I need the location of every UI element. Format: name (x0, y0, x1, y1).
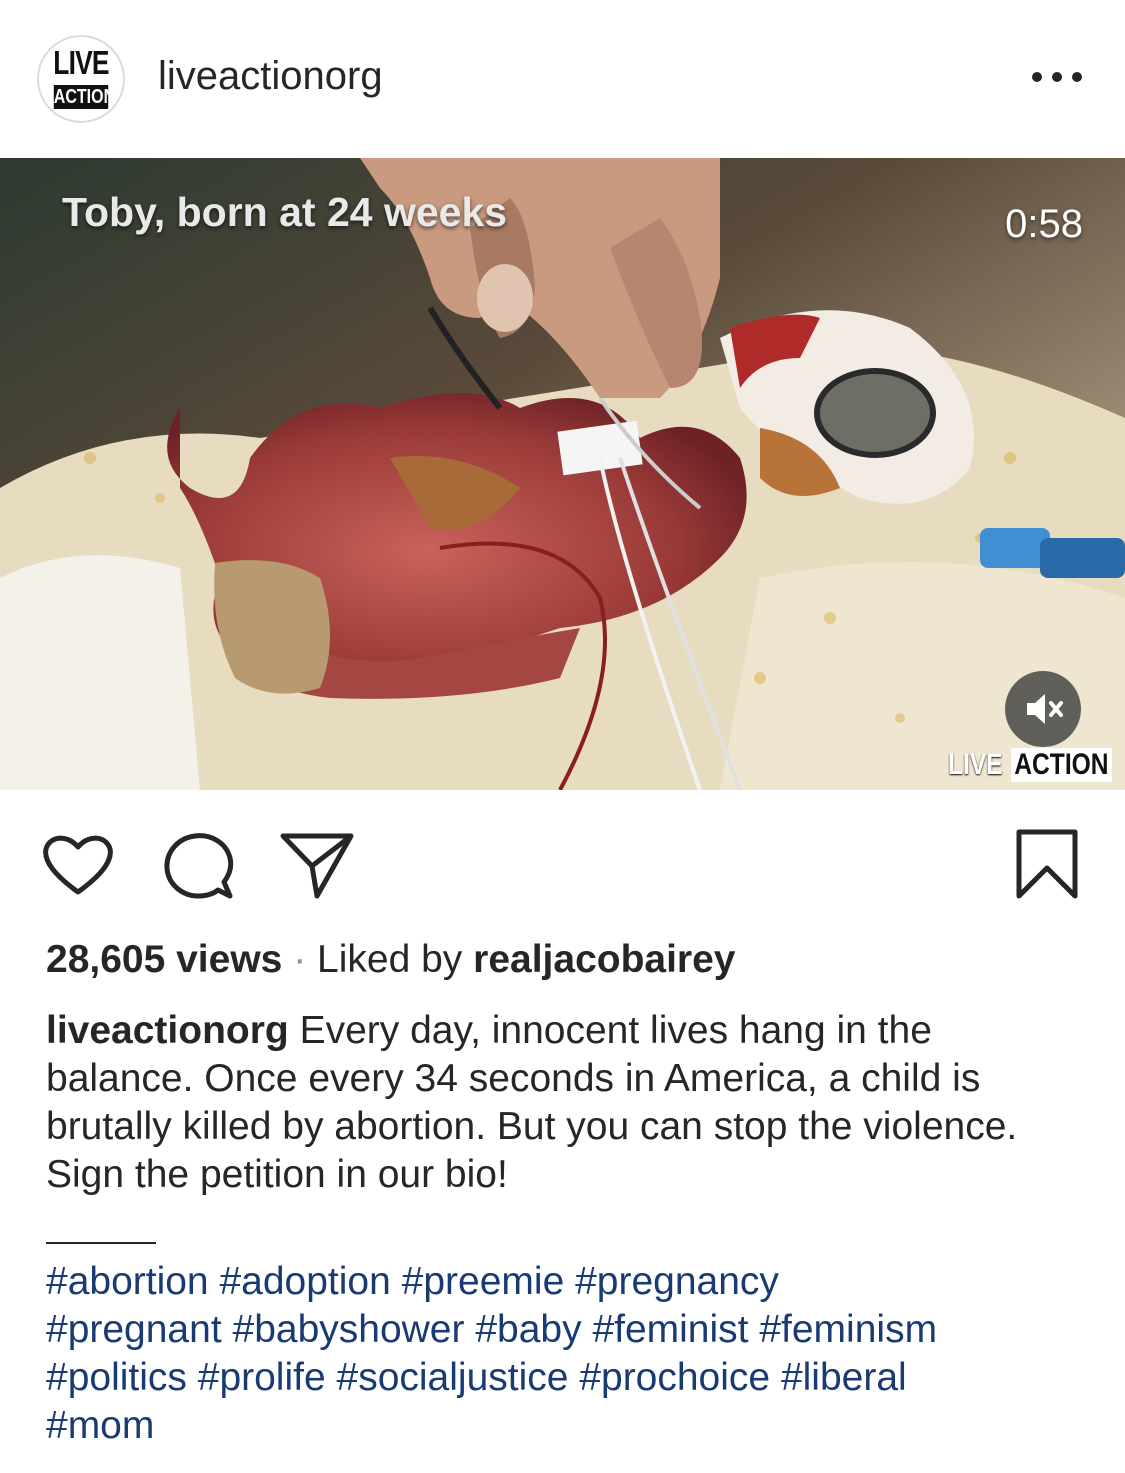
post-header: LIVE ACTION liveactionorg (0, 0, 1125, 158)
liked-by-prefix: Liked by (317, 938, 474, 981)
hashtag-link[interactable]: #socialjustice (337, 1356, 569, 1399)
send-icon[interactable] (278, 830, 356, 902)
hashtag-link[interactable]: #babyshower (233, 1308, 465, 1351)
caption-divider (46, 1242, 156, 1244)
hashtag-list: #abortion #adoption #preemie #pregnancy … (46, 1258, 1096, 1450)
hashtag-link[interactable]: #feminism (759, 1308, 937, 1351)
more-horizontal-icon[interactable] (1032, 64, 1088, 92)
hashtag-link[interactable]: #pregnancy (575, 1260, 779, 1303)
post-caption: liveactionorg Every day, innocent lives … (46, 1007, 1086, 1199)
post-actions (0, 820, 1125, 910)
hashtag-link[interactable]: #abortion (46, 1260, 209, 1303)
avatar[interactable]: LIVE ACTION (37, 35, 125, 123)
post-username[interactable]: liveactionorg (158, 52, 383, 100)
video-caption-overlay: Toby, born at 24 weeks (62, 189, 508, 235)
caption-username[interactable]: liveactionorg (46, 1009, 289, 1052)
liked-by-user[interactable]: realjacobairey (473, 938, 735, 981)
view-count[interactable]: 28,605 views (46, 938, 282, 981)
mute-button[interactable] (1005, 671, 1081, 747)
watermark-live: LIVE (948, 748, 1003, 781)
comment-icon[interactable] (160, 830, 236, 902)
hashtag-link[interactable]: #prochoice (579, 1356, 770, 1399)
hashtag-link[interactable]: #politics (46, 1356, 187, 1399)
hashtag-link[interactable]: #pregnant (46, 1308, 222, 1351)
heart-icon[interactable] (40, 830, 116, 900)
separator-dot: · (282, 938, 318, 981)
hashtag-link[interactable]: #feminist (592, 1308, 748, 1351)
video-frame (0, 158, 1125, 790)
hashtag-link[interactable]: #baby (475, 1308, 581, 1351)
speaker-muted-icon (1027, 694, 1063, 724)
hashtag-link[interactable]: #prolife (198, 1356, 326, 1399)
watermark-action: ACTION (1010, 748, 1112, 782)
hashtag-link[interactable]: #mom (46, 1404, 154, 1447)
hashtag-link[interactable]: #adoption (219, 1260, 390, 1303)
avatar-logo-action: ACTION (53, 85, 116, 109)
video-time-remaining: 0:58 (1005, 202, 1083, 246)
avatar-logo-live: LIVE (53, 44, 109, 81)
video-watermark: LIVE ACTION (948, 748, 1125, 782)
bookmark-icon[interactable] (1012, 828, 1082, 902)
hashtag-link[interactable]: #liberal (781, 1356, 907, 1399)
video-player[interactable]: Toby, born at 24 weeks 0:58 LIVE ACTION (0, 158, 1125, 790)
hashtag-link[interactable]: #preemie (402, 1260, 565, 1303)
views-and-likes: 28,605 views · Liked by realjacobairey (46, 936, 736, 984)
